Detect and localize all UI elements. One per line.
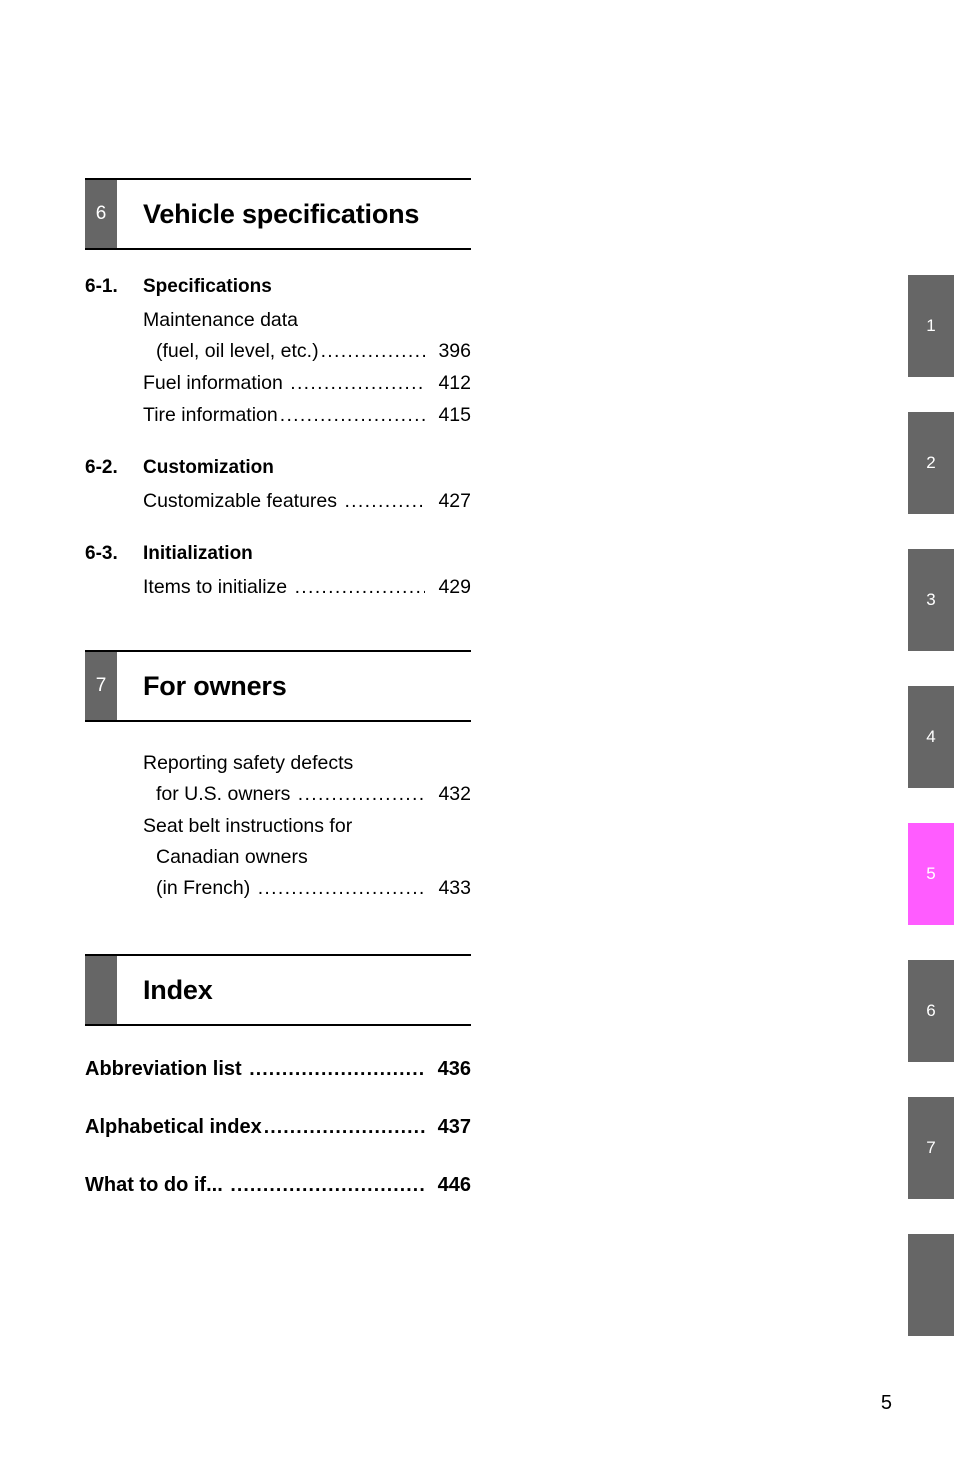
page-number: 5 xyxy=(880,1392,892,1414)
leader-dots: ........................................… xyxy=(230,1174,425,1196)
toc-entry-line: Seat belt instructions for xyxy=(143,815,353,837)
chapter-title: Vehicle specifications xyxy=(143,198,420,229)
chapter-number-badge: 7 xyxy=(85,652,117,720)
toc-page-number: 429 xyxy=(438,576,471,598)
index-entry[interactable]: What to do if... .......................… xyxy=(85,1170,471,1200)
chapter-tab-label: 6 xyxy=(926,1001,936,1020)
chapter-tab-index[interactable] xyxy=(908,1234,954,1336)
chapter-tab-label: 3 xyxy=(926,590,936,609)
page-canvas: 6 Vehicle specifications 6-1. Specificat… xyxy=(0,0,954,1475)
toc-entry[interactable]: Customizable features ..................… xyxy=(85,486,471,517)
index-page-number: 446 xyxy=(437,1174,471,1196)
chapter-tab-label: 7 xyxy=(926,1138,936,1157)
section-group-6-1: 6-1. Specifications Maintenance data (fu… xyxy=(85,276,471,431)
section-label: Customization xyxy=(143,457,274,478)
toc-entry-label: for U.S. owners xyxy=(156,783,296,805)
chapter-title: For owners xyxy=(143,670,287,701)
chapter-header-7: 7 For owners xyxy=(85,650,471,722)
chapter-number-badge: 6 xyxy=(85,180,117,248)
chapter-tab-7[interactable]: 7 xyxy=(908,1097,954,1199)
toc-page-number: 427 xyxy=(438,490,471,512)
section-heading-6-2: 6-2. Customization xyxy=(85,457,471,479)
index-entry-label: Alphabetical index xyxy=(85,1116,262,1138)
chapter-title: Index xyxy=(143,974,213,1005)
section-group-6-2: 6-2. Customization Customizable features… xyxy=(85,457,471,517)
index-page-number: 436 xyxy=(437,1058,471,1080)
toc-entry-label: Fuel information xyxy=(143,372,289,394)
chapter-header-6: 6 Vehicle specifications xyxy=(85,178,471,250)
toc-page-number: 396 xyxy=(438,340,471,362)
toc-page-number: 433 xyxy=(438,877,471,899)
chapter-tab-rail: 1 2 3 4 5 6 7 xyxy=(908,0,954,1475)
toc-list-6-3: Items to initialize ....................… xyxy=(85,572,471,603)
section-group-6-3: 6-3. Initialization Items to initialize … xyxy=(85,543,471,603)
toc-entry-line: Maintenance data xyxy=(143,309,299,331)
leader-dots: ........................................… xyxy=(294,576,425,598)
chapter-header-index: Index xyxy=(85,954,471,1026)
toc-page-number: 412 xyxy=(438,372,471,394)
toc-list-6-1: Maintenance data (fuel, oil level, etc.)… xyxy=(85,305,471,431)
leader-dots: ........................................… xyxy=(290,372,425,394)
index-page-number: 437 xyxy=(437,1116,471,1138)
section-label: Specifications xyxy=(143,276,272,297)
chapter-tab-2[interactable]: 2 xyxy=(908,412,954,514)
toc-page-number: 415 xyxy=(438,404,471,426)
chapter-tab-label: 2 xyxy=(926,453,936,472)
toc-page-number: 432 xyxy=(438,783,471,805)
chapter-tab-label: 1 xyxy=(926,316,936,335)
toc-entry[interactable]: Maintenance data (fuel, oil level, etc.)… xyxy=(85,305,471,367)
section-number: 6-2. xyxy=(85,457,118,478)
toc-entry[interactable]: Tire information .......................… xyxy=(85,400,471,431)
section-label: Initialization xyxy=(143,543,253,564)
toc-entry-label: Customizable features xyxy=(143,490,343,512)
index-entry[interactable]: Alphabetical index .....................… xyxy=(85,1112,471,1142)
toc-entry-line: Reporting safety defects xyxy=(143,752,354,774)
chapter-tab-label: 5 xyxy=(926,864,936,883)
toc-entry[interactable]: Fuel information .......................… xyxy=(85,368,471,399)
section-heading-6-1: 6-1. Specifications xyxy=(85,276,471,298)
section-number: 6-3. xyxy=(85,543,118,564)
toc-entry-label: (fuel, oil level, etc.) xyxy=(156,340,319,362)
chapter-tab-6[interactable]: 6 xyxy=(908,960,954,1062)
toc-entry-label: (in French) xyxy=(156,877,256,899)
toc-list-7: Reporting safety defects for U.S. owners… xyxy=(85,748,471,904)
section-heading-6-3: 6-3. Initialization xyxy=(85,543,471,565)
section-number: 6-1. xyxy=(85,276,118,297)
toc-entry-label: Items to initialize xyxy=(143,576,293,598)
chapter-tab-3[interactable]: 3 xyxy=(908,549,954,651)
chapter-tab-1[interactable]: 1 xyxy=(908,275,954,377)
toc-entry[interactable]: Seat belt instructions for Canadian owne… xyxy=(85,811,471,904)
leader-dots: ........................................… xyxy=(344,490,425,512)
leader-dots: ........................................… xyxy=(257,877,425,899)
leader-dots: ........................................… xyxy=(297,783,425,805)
chapter-tab-label: 4 xyxy=(926,727,936,746)
chapter-number-badge xyxy=(85,956,117,1024)
chapter-tab-4[interactable]: 4 xyxy=(908,686,954,788)
section-group-7: Reporting safety defects for U.S. owners… xyxy=(85,748,471,904)
leader-dots: ........................................… xyxy=(279,404,425,426)
index-entry-label: Abbreviation list xyxy=(85,1058,248,1080)
toc-list-6-2: Customizable features ..................… xyxy=(85,486,471,517)
index-entry-list: Abbreviation list ......................… xyxy=(85,1054,471,1200)
index-entry[interactable]: Abbreviation list ......................… xyxy=(85,1054,471,1084)
leader-dots: ........................................… xyxy=(249,1058,425,1080)
toc-entry[interactable]: Items to initialize ....................… xyxy=(85,572,471,603)
leader-dots: ........................................… xyxy=(263,1116,425,1138)
toc-entry-label: Tire information xyxy=(143,404,278,426)
toc-entry[interactable]: Reporting safety defects for U.S. owners… xyxy=(85,748,471,810)
leader-dots: ........................................… xyxy=(320,340,425,362)
table-of-contents: 6 Vehicle specifications 6-1. Specificat… xyxy=(85,178,471,1200)
toc-entry-line: Canadian owners xyxy=(156,846,308,868)
index-entry-label: What to do if... xyxy=(85,1174,229,1196)
chapter-tab-5[interactable]: 5 xyxy=(908,823,954,925)
